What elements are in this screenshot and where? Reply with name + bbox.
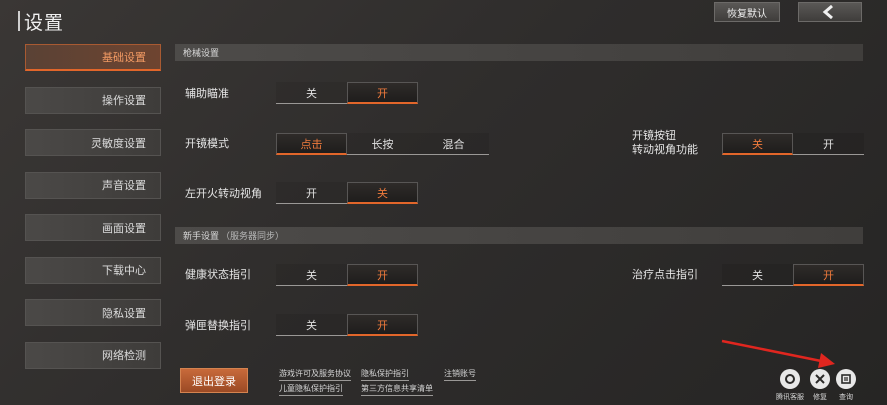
annotation-arrow [721, 339, 835, 368]
